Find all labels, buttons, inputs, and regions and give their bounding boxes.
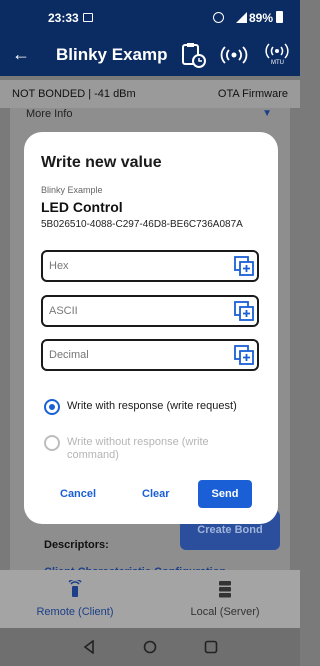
status-time: 23:33 <box>48 11 79 25</box>
service-name: Blinky Example <box>41 185 103 195</box>
write-without-response-label: Write without response (write command) <box>67 436 209 461</box>
bond-status: NOT BONDED | -41 dBm <box>12 88 136 100</box>
decimal-field[interactable] <box>41 339 259 371</box>
descriptors-label: Descriptors: <box>44 539 109 551</box>
nav-local-server[interactable]: Local (Server) <box>150 570 300 628</box>
battery-icon <box>276 11 283 23</box>
ota-firmware-link[interactable]: OTA Firmware <box>218 88 288 100</box>
ascii-input[interactable] <box>49 297 229 325</box>
system-home-icon[interactable] <box>143 640 157 654</box>
characteristic-uuid: 5B026510-4088-C297-46D8-BE6C736A087A <box>41 219 243 230</box>
system-back-icon[interactable] <box>82 640 96 654</box>
paste-icon[interactable] <box>234 301 254 321</box>
server-icon <box>219 581 231 598</box>
write-with-response-label: Write with response (write request) <box>67 400 237 412</box>
back-arrow-icon[interactable]: ← <box>12 44 30 65</box>
connection-info-bar: NOT BONDED | -41 dBm OTA Firmware <box>0 80 300 108</box>
broadcast-icon[interactable] <box>219 40 249 70</box>
ascii-field[interactable] <box>41 295 259 327</box>
radio-disabled <box>44 435 60 451</box>
chevron-down-icon[interactable]: ▼ <box>262 108 272 119</box>
system-navigation-bar <box>0 628 300 666</box>
nav-remote-client[interactable]: Remote (Client) <box>0 570 150 628</box>
write-value-dialog: Write new value Blinky Example LED Contr… <box>24 132 278 524</box>
system-recents-icon[interactable] <box>204 640 218 654</box>
paste-icon[interactable] <box>234 345 254 365</box>
mtu-label: MTU <box>271 60 284 66</box>
signal-icon <box>236 12 247 23</box>
radio-selected[interactable] <box>44 399 60 415</box>
paste-icon[interactable] <box>234 256 254 276</box>
hex-field[interactable] <box>41 250 259 282</box>
page-title: Blinky Example <box>56 45 168 64</box>
hex-input[interactable] <box>49 252 229 280</box>
cancel-button[interactable]: Cancel <box>60 480 96 508</box>
clipboard-clock-icon[interactable] <box>178 40 208 70</box>
more-info-link[interactable]: More Info <box>26 108 72 120</box>
characteristic-name: LED Control <box>41 199 123 215</box>
clear-button[interactable]: Clear <box>142 480 170 508</box>
status-bar: 23:33 89% <box>0 0 300 36</box>
phone-signal-icon <box>68 580 82 597</box>
send-button[interactable]: Send <box>198 480 252 508</box>
app-bar: ← Blinky Example MTU <box>0 36 300 76</box>
image-notification-icon <box>83 13 93 22</box>
dialog-title: Write new value <box>41 154 162 171</box>
battery-percent: 89% <box>249 11 274 25</box>
nav-local-label: Local (Server) <box>190 606 260 618</box>
nav-remote-label: Remote (Client) <box>36 606 114 618</box>
bottom-navigation: Remote (Client) Local (Server) <box>0 570 300 628</box>
decimal-input[interactable] <box>49 341 229 369</box>
alarm-icon <box>213 12 224 23</box>
